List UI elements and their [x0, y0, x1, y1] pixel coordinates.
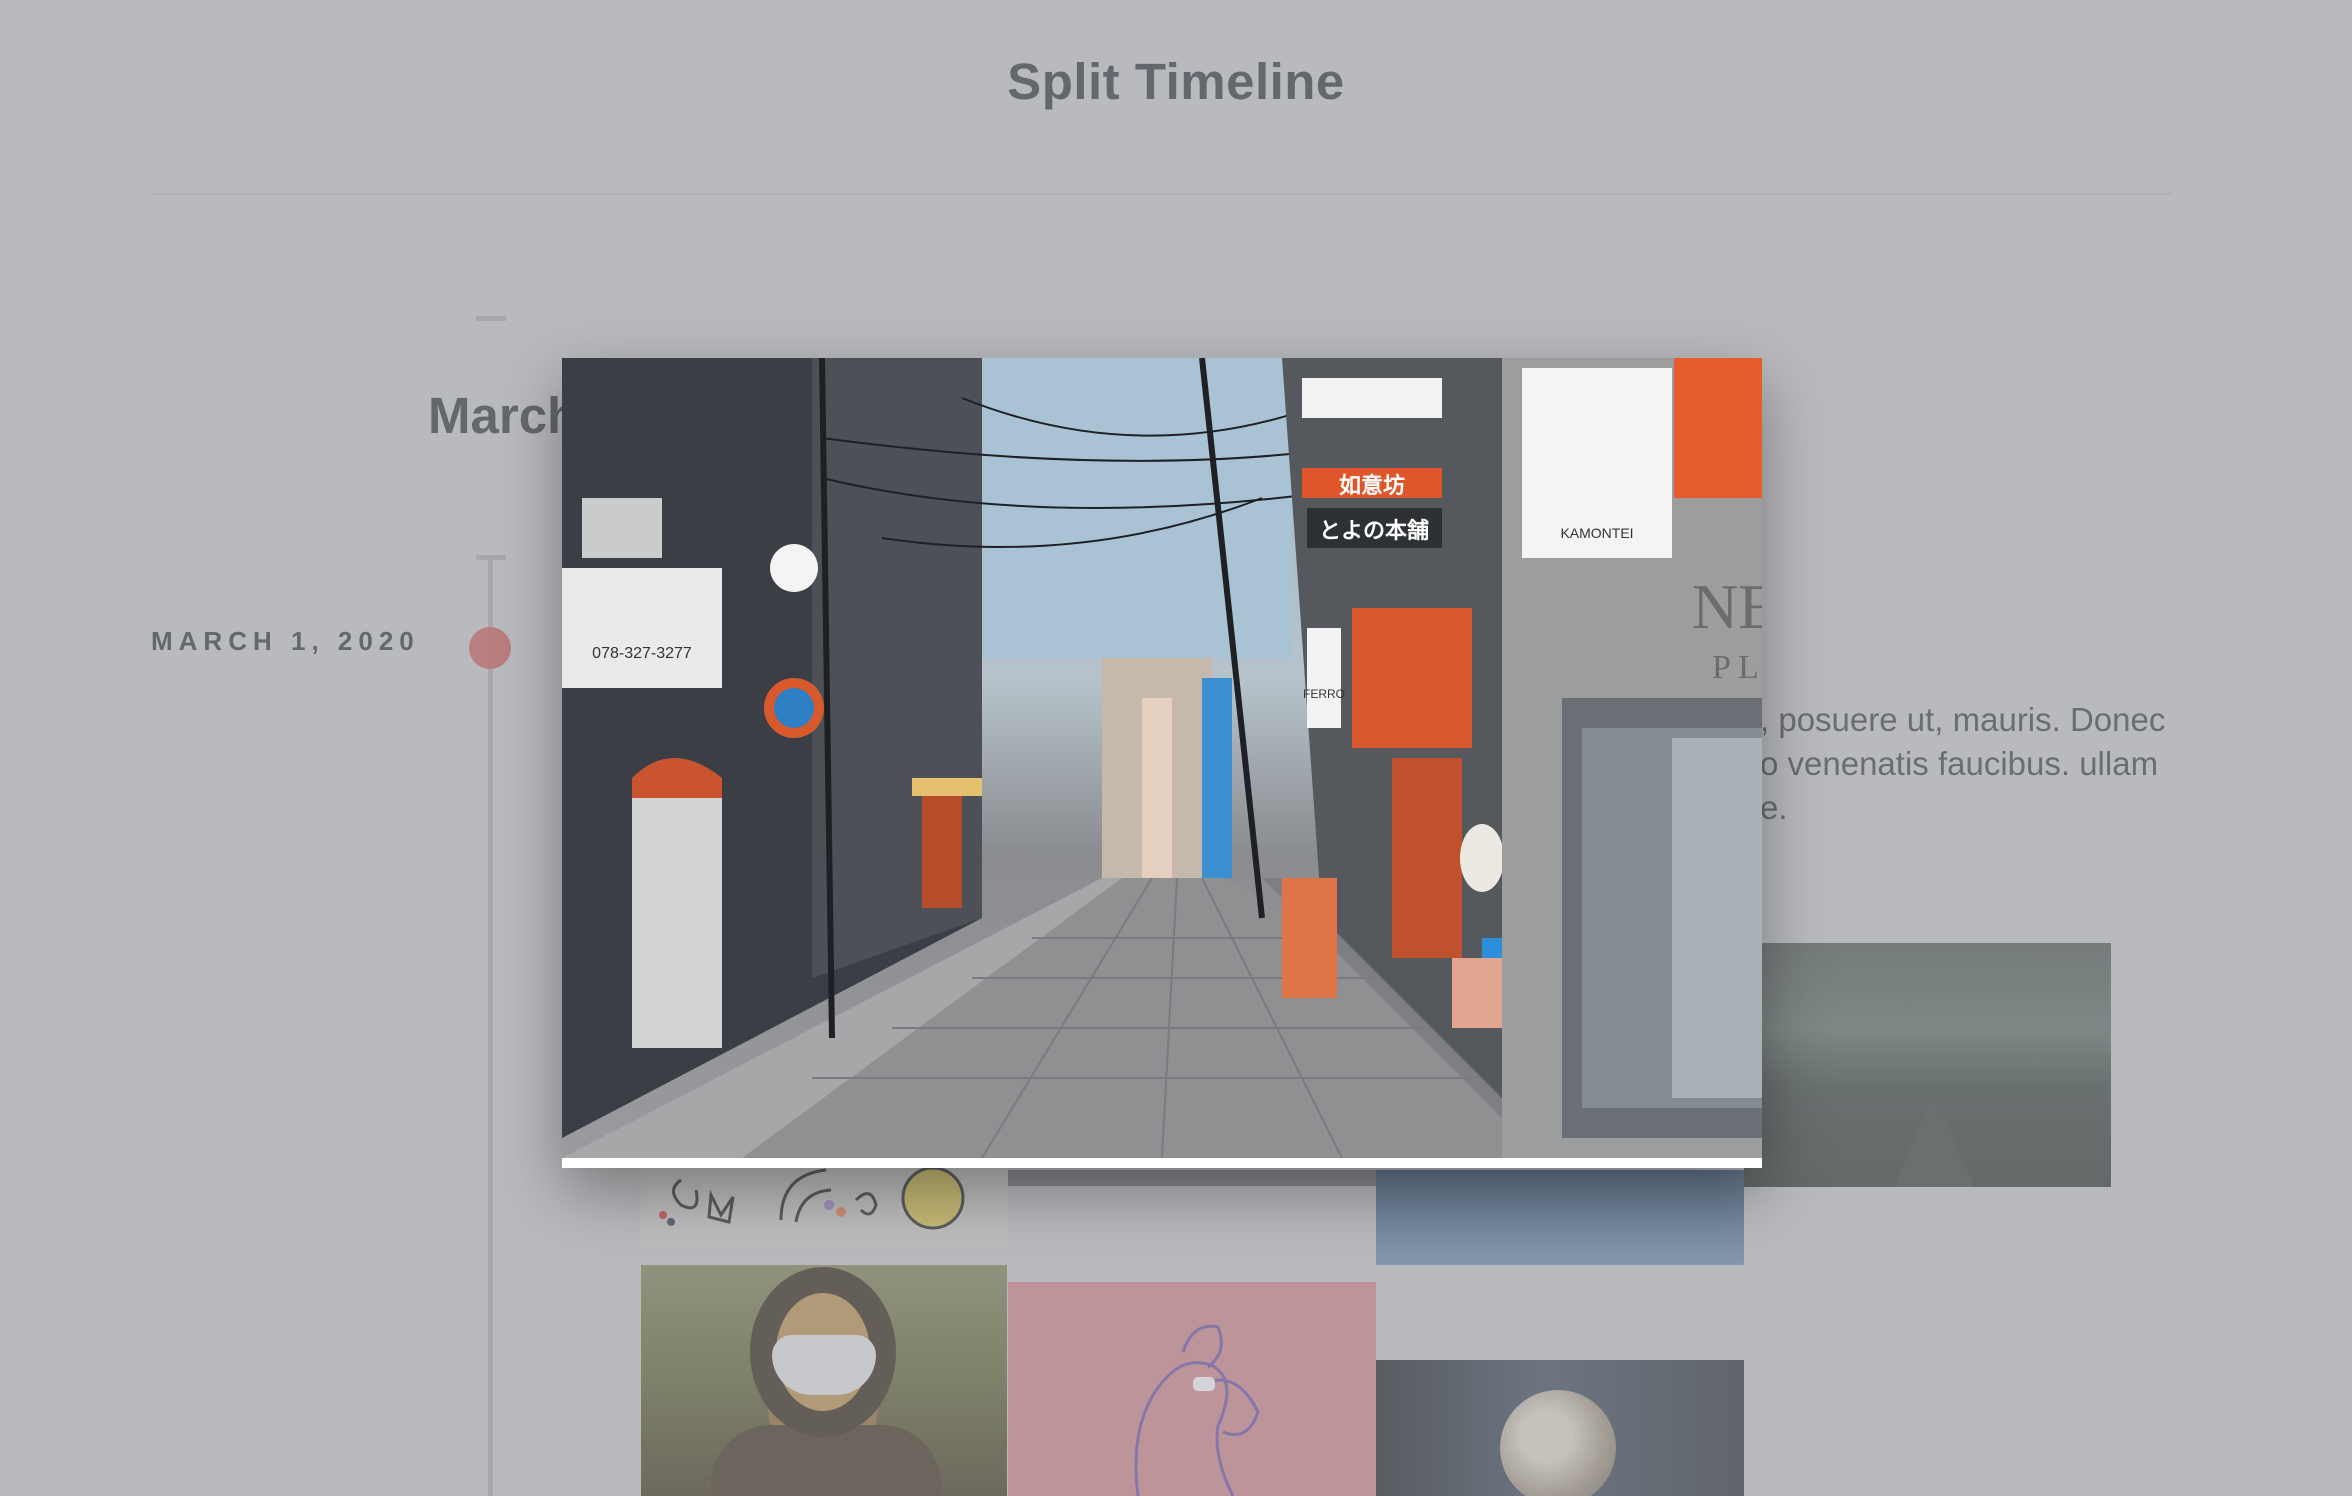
sign-ferro: FERRO	[1303, 687, 1345, 701]
timeline-page: Split Timeline March MARCH 1, 2020 , pos…	[0, 0, 2352, 1496]
lightbox-modal[interactable]: 078-327-3277 如意坊 とよの本舗 FERRO KAMONTEI NE…	[562, 358, 1762, 1168]
sign-shop-2: とよの本舗	[1319, 518, 1429, 543]
lightbox-image-street[interactable]: 078-327-3277 如意坊 とよの本舗 FERRO KAMONTEI NE…	[562, 358, 1762, 1158]
sign-plaza: NER	[1692, 571, 1762, 642]
sign-kamontei: KAMONTEI	[1560, 525, 1633, 541]
sign-phone: 078-327-3277	[592, 645, 692, 662]
sign-shop-1: 如意坊	[1339, 473, 1405, 498]
sign-plaza-2: P L A Z	[1712, 649, 1762, 686]
